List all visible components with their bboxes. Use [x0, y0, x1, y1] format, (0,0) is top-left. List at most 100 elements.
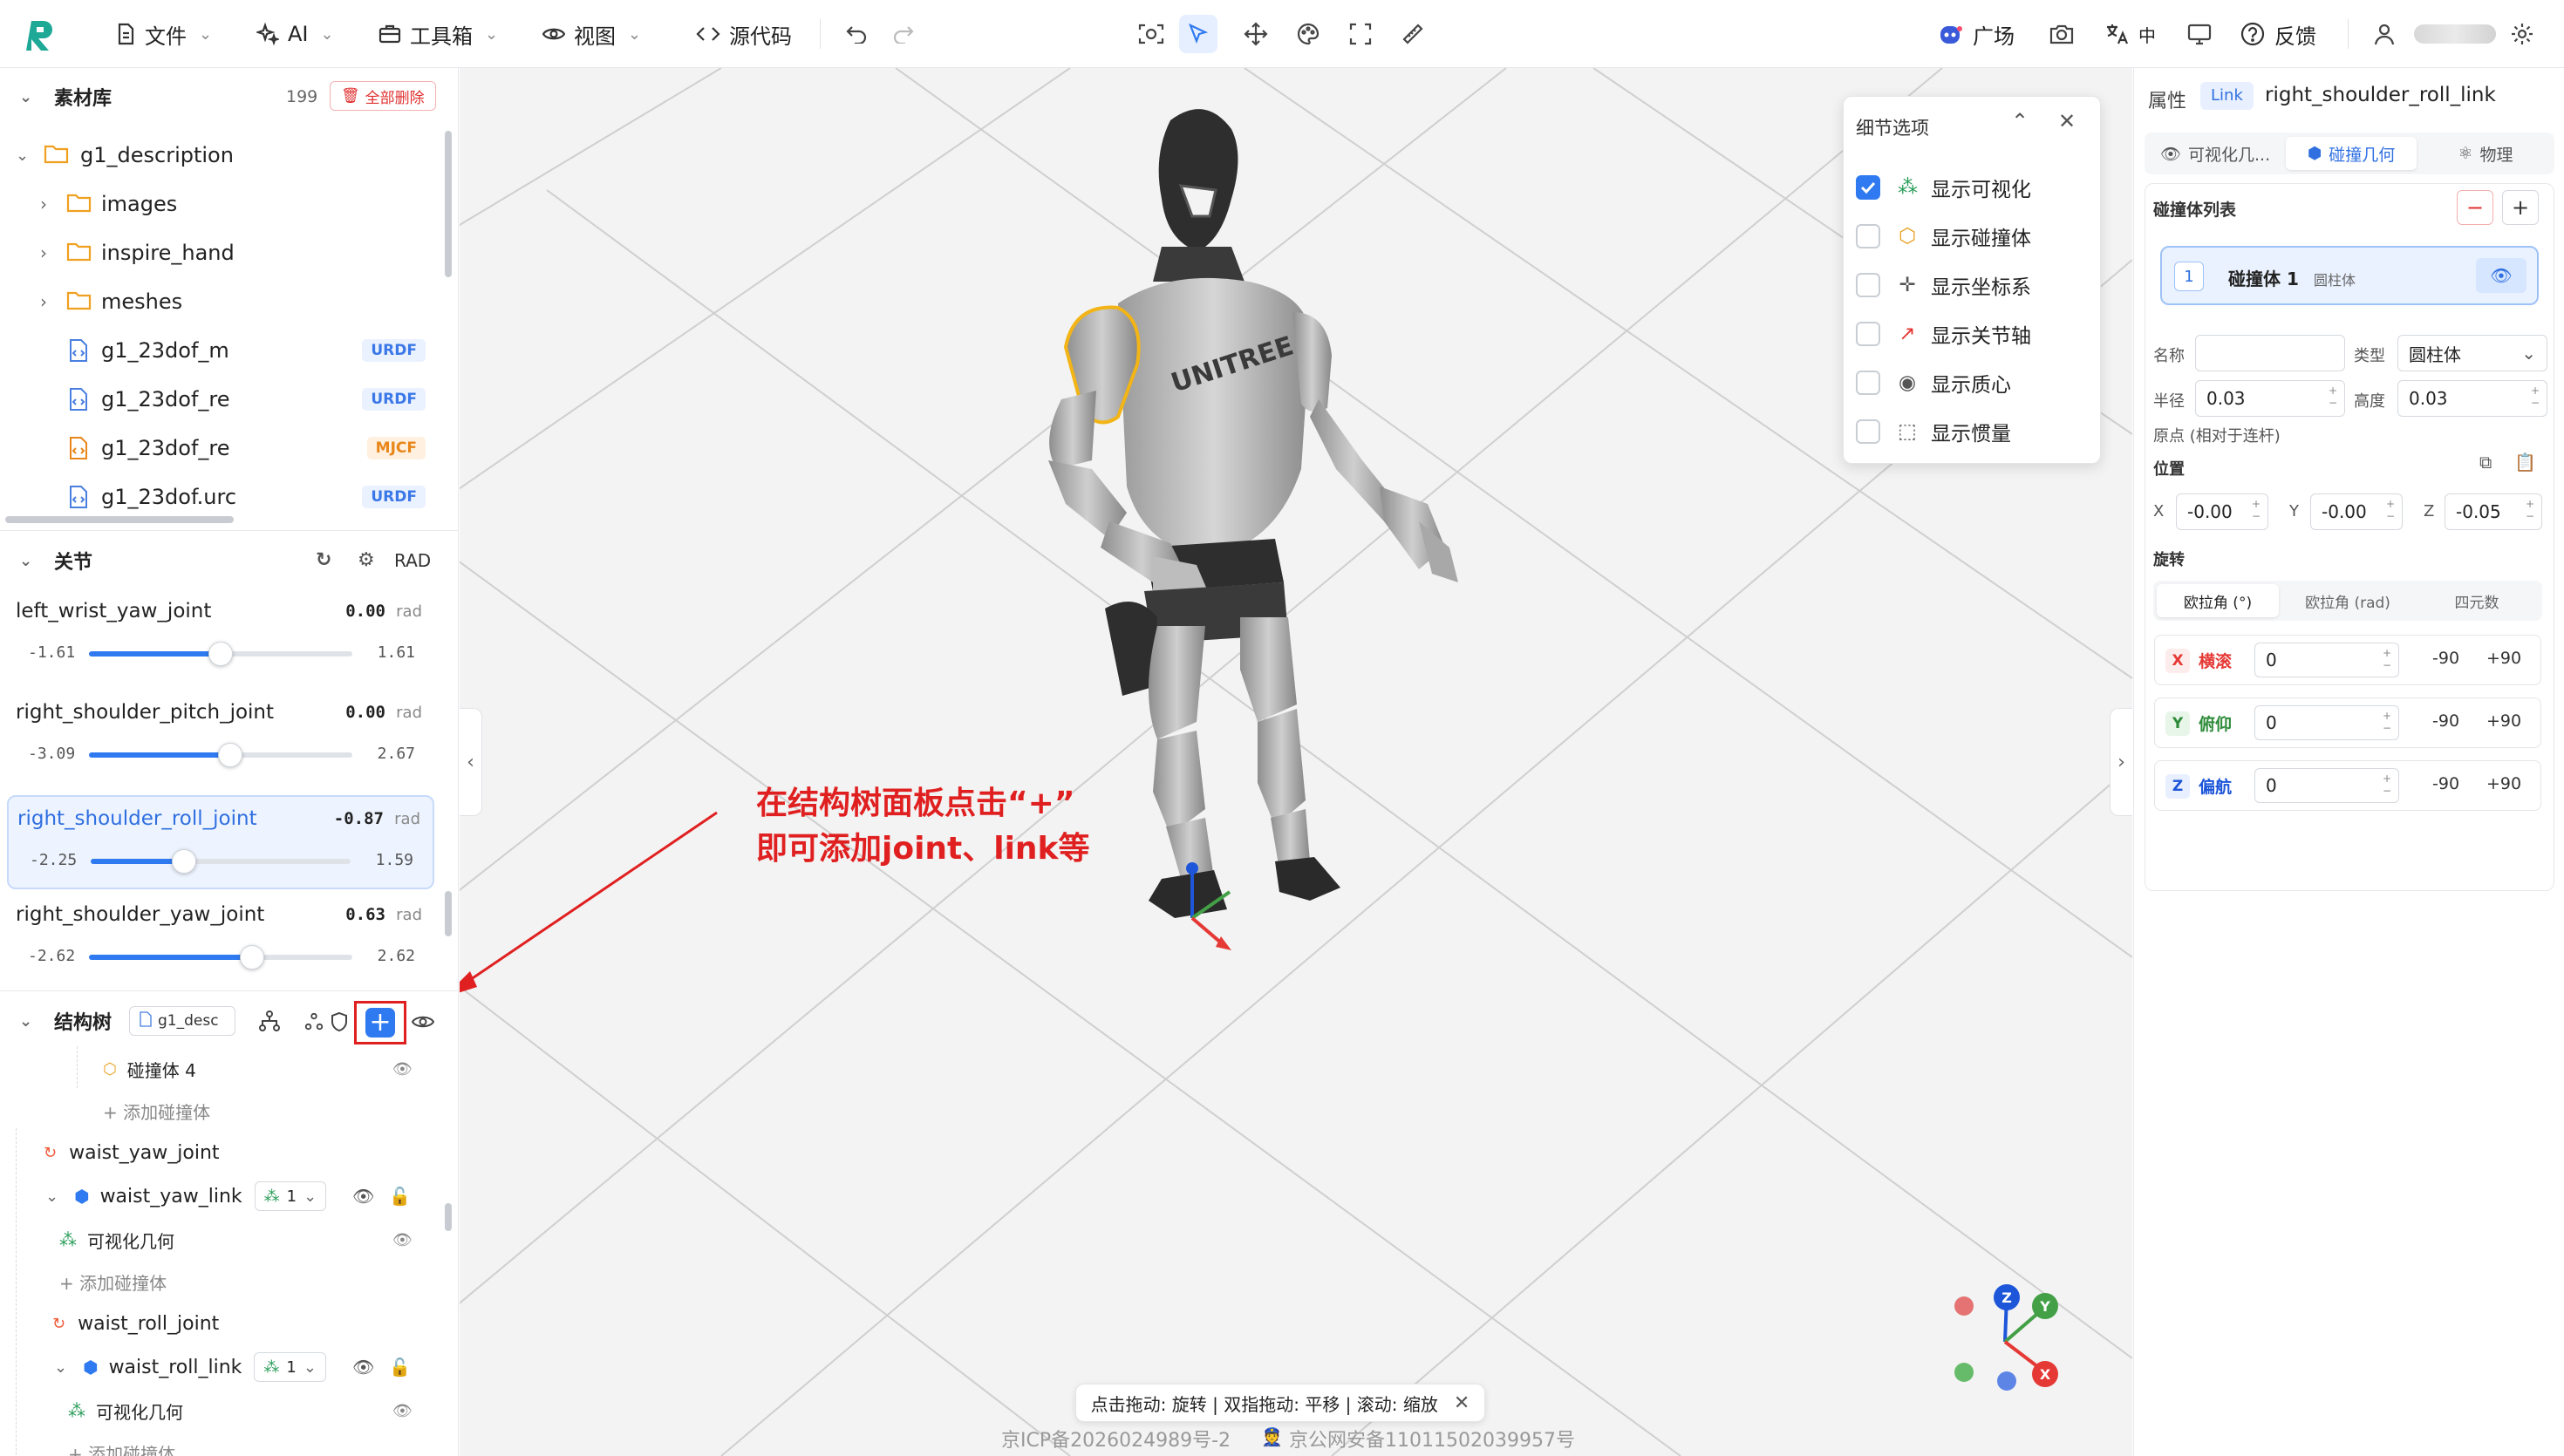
negative-z-handle[interactable]: [1997, 1371, 2016, 1391]
tree-node-collision-4[interactable]: ⬡ 碰撞体 4: [103, 1048, 196, 1090]
slider-thumb[interactable]: [172, 849, 197, 874]
link-geometry-dropdown[interactable]: ⁂ 1 ⌄: [254, 1352, 326, 1382]
app-logo[interactable]: [26, 17, 58, 52]
tree-node-waist-yaw-link[interactable]: ⌄ ⬢ waist_yaw_link ⁂ 1 ⌄: [45, 1175, 327, 1217]
option-show-visual[interactable]: ⁂ 显示可视化: [1856, 170, 2031, 205]
lock-icon[interactable]: 🔓: [389, 1357, 411, 1378]
assets-horizontal-scrollbar[interactable]: [5, 516, 234, 523]
tree-node-visual-geometry[interactable]: ⁂ 可视化几何: [68, 1390, 183, 1432]
paste-icon[interactable]: 📋: [2514, 452, 2536, 473]
camera-view-button[interactable]: [1132, 15, 1170, 53]
display-button[interactable]: [2180, 15, 2219, 53]
close-icon[interactable]: ✕: [1454, 1392, 1470, 1414]
tree-item-images[interactable]: › images: [0, 180, 445, 228]
shield-icon[interactable]: [330, 1011, 349, 1038]
add-collision-button[interactable]: + 添加碰撞体: [103, 1090, 210, 1132]
fullscreen-button[interactable]: [1341, 15, 1380, 53]
option-show-frames[interactable]: ✛ 显示坐标系: [1856, 268, 2031, 303]
unit-toggle-button[interactable]: RAD: [394, 550, 431, 571]
tree-item-file[interactable]: g1_23dof_re URDF: [0, 375, 445, 424]
structure-scrollbar[interactable]: [445, 1203, 452, 1231]
yaw-stepper[interactable]: + −: [2379, 772, 2395, 800]
file-menu[interactable]: 文件 ⌄: [115, 0, 212, 68]
checkbox-checked[interactable]: [1856, 175, 1880, 200]
copy-icon[interactable]: ⧉: [2479, 452, 2492, 473]
add-collision-button[interactable]: +: [2502, 190, 2539, 225]
radius-stepper[interactable]: + −: [2325, 384, 2341, 412]
material-tool-button[interactable]: [1289, 15, 1327, 53]
collapse-chevron-up-icon[interactable]: ⌃: [2011, 109, 2029, 133]
joint-slider-right-shoulder-roll[interactable]: right_shoulder_roll_joint -0.87 rad -2.2…: [7, 795, 434, 889]
roll-stepper[interactable]: + −: [2379, 647, 2395, 675]
collapse-right-panel-button[interactable]: ›: [2110, 708, 2132, 816]
tree-item-file[interactable]: g1_23dof_re MJCF: [0, 424, 445, 473]
structure-tree-header[interactable]: ⌄ 结构树 g1_desc +: [0, 992, 458, 1050]
yaw-plus-90-button[interactable]: +90: [2486, 774, 2521, 793]
orientation-gizmo[interactable]: Z Y X: [1935, 1276, 2066, 1407]
visibility-eye-icon[interactable]: 👁: [2476, 258, 2526, 293]
visual-geometry-icon[interactable]: [303, 1011, 324, 1038]
slider-track[interactable]: [89, 642, 352, 666]
joint-value[interactable]: -0.87: [334, 809, 384, 828]
option-show-inertia[interactable]: ⬚ 显示惯量: [1856, 414, 2011, 449]
visibility-eye-icon[interactable]: 👁: [352, 1186, 374, 1207]
slider-thumb[interactable]: [217, 743, 242, 767]
select-tool-button[interactable]: [1179, 15, 1217, 53]
roll-minus-90-button[interactable]: -90: [2432, 649, 2459, 668]
roll-plus-90-button[interactable]: +90: [2486, 649, 2521, 668]
tab-euler-degrees[interactable]: 欧拉角 (°): [2157, 584, 2279, 617]
tree-node-waist-yaw-joint[interactable]: ↻ waist_yaw_joint: [44, 1132, 220, 1174]
assets-section-header[interactable]: ⌄ 素材库 199 🗑 全部删除: [0, 68, 458, 126]
joint-value[interactable]: 0.63: [345, 905, 385, 924]
visibility-eye-icon[interactable]: 👁: [392, 1402, 413, 1420]
collision-type-select[interactable]: 圆柱体 ⌄: [2397, 335, 2547, 371]
reset-joints-button[interactable]: ↻: [316, 549, 331, 571]
source-code-button[interactable]: 源代码: [696, 0, 792, 68]
ai-menu[interactable]: AI ⌄: [256, 0, 334, 68]
settings-button[interactable]: [2503, 15, 2541, 53]
collision-item-1[interactable]: 1 碰撞体 1 圆柱体 👁: [2160, 246, 2539, 305]
language-button[interactable]: 中: [2105, 0, 2156, 68]
joints-section-header[interactable]: ⌄ 关节 ↻ ⚙ RAD: [0, 532, 458, 589]
collision-name-input[interactable]: [2195, 335, 2345, 371]
checkbox[interactable]: [1856, 273, 1880, 297]
plaza-button[interactable]: 广场: [1938, 0, 2015, 68]
delete-all-button[interactable]: 🗑 全部删除: [330, 81, 436, 111]
undo-button[interactable]: [837, 15, 876, 53]
move-tool-button[interactable]: [1237, 15, 1275, 53]
height-stepper[interactable]: + −: [2527, 384, 2543, 412]
yaw-input[interactable]: 0 + −: [2254, 768, 2399, 803]
hierarchy-icon[interactable]: [258, 1010, 281, 1038]
tree-item-file[interactable]: g1_23dof_m URDF: [0, 326, 445, 375]
view-menu[interactable]: 视图 ⌄: [542, 0, 641, 68]
lock-icon[interactable]: 🔓: [389, 1186, 411, 1207]
add-collision-button[interactable]: + 添加碰撞体: [68, 1432, 175, 1456]
pitch-input[interactable]: 0 + −: [2254, 705, 2399, 740]
checkbox[interactable]: [1856, 419, 1880, 444]
tab-collision-geometry[interactable]: ⬢ 碰撞几何: [2286, 137, 2417, 170]
tab-visual-geometry[interactable]: 👁 可视化几...: [2150, 137, 2281, 170]
tree-node-waist-roll-link[interactable]: ⌄ ⬢ waist_roll_link ⁂ 1 ⌄: [54, 1346, 326, 1388]
measure-tool-button[interactable]: [1394, 15, 1432, 53]
slider-thumb[interactable]: [208, 642, 233, 666]
roll-input[interactable]: 0 + −: [2254, 643, 2399, 677]
link-geometry-dropdown[interactable]: ⁂ 1 ⌄: [254, 1181, 327, 1211]
tab-physics[interactable]: ⚛ 物理: [2422, 137, 2549, 170]
joint-value[interactable]: 0.00: [345, 703, 385, 722]
model-file-selector[interactable]: g1_desc: [129, 1006, 235, 1036]
feedback-button[interactable]: 反馈: [2240, 0, 2316, 68]
joints-scrollbar[interactable]: [445, 891, 452, 936]
toolbox-menu[interactable]: 工具箱 ⌄: [378, 0, 498, 68]
checkbox[interactable]: [1856, 224, 1880, 248]
negative-x-handle[interactable]: [1954, 1296, 1974, 1316]
tab-quaternion[interactable]: 四元数: [2415, 584, 2539, 617]
option-show-joint-axes[interactable]: ↗ 显示关节轴: [1856, 316, 2031, 351]
checkbox[interactable]: [1856, 322, 1880, 346]
joint-value[interactable]: 0.00: [345, 602, 385, 621]
slider-track[interactable]: [89, 945, 352, 970]
pos-x-input[interactable]: -0.00 + −: [2176, 493, 2268, 530]
pos-z-stepper[interactable]: + −: [2522, 498, 2538, 526]
police-record-link[interactable]: 京公网安备11011502039957号: [1289, 1425, 1575, 1453]
visibility-eye-icon[interactable]: 👁: [352, 1357, 374, 1378]
option-show-collision[interactable]: ⬡ 显示碰撞体: [1856, 219, 2031, 254]
